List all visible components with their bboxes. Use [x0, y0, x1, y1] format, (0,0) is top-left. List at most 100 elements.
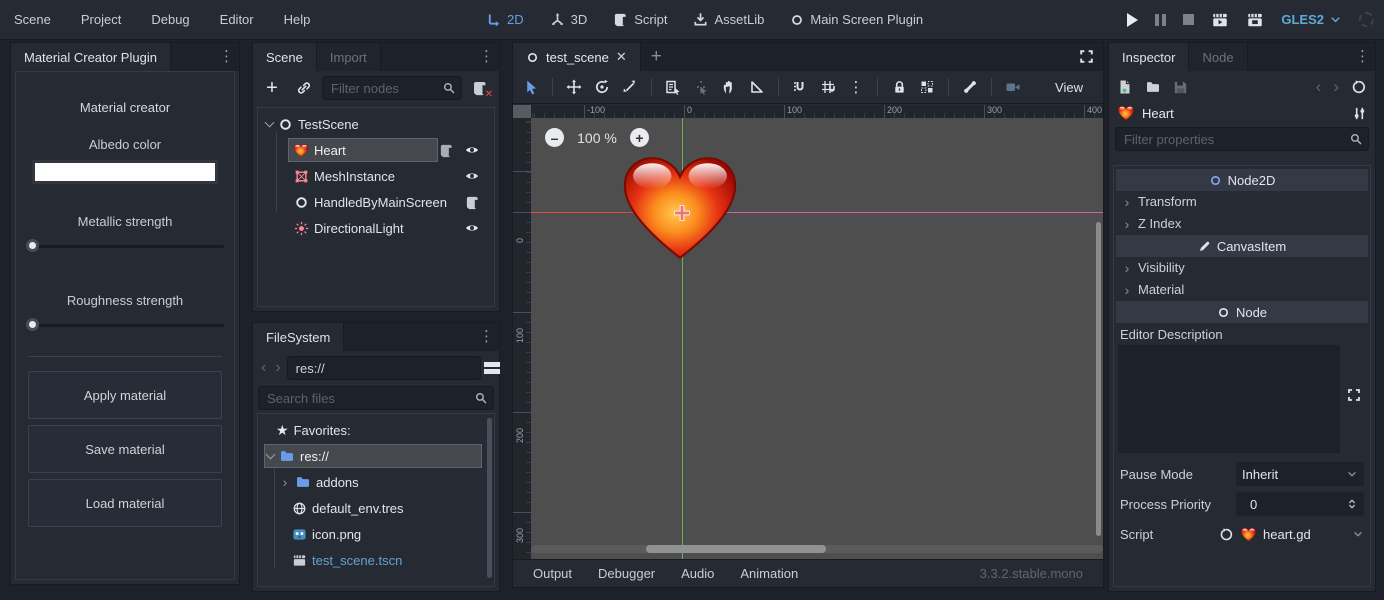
dock-menu-icon[interactable]: ⋮ [479, 327, 493, 347]
toggle-split-mode-button[interactable] [484, 355, 500, 381]
tab-import[interactable]: Import [317, 43, 381, 71]
visibility-eye-icon[interactable] [464, 142, 480, 158]
fs-row-addons[interactable]: › addons [258, 469, 494, 495]
viewport-hscrollbar-track[interactable] [531, 545, 1103, 553]
load-material-button[interactable]: Load material [28, 479, 222, 527]
reload-script-icon[interactable] [1219, 527, 1234, 542]
detach-script-button[interactable]: ✕ [466, 75, 494, 101]
group-object-button[interactable] [913, 74, 941, 100]
expand-editor-icon[interactable] [1346, 387, 1362, 403]
instance-scene-button[interactable] [290, 75, 318, 101]
fold-transform[interactable]: ›Transform [1114, 191, 1370, 213]
add-node-button[interactable]: + [258, 75, 286, 101]
dock-menu-icon[interactable]: ⋮ [479, 47, 493, 67]
nav-back-button[interactable]: ‹ [258, 359, 269, 377]
script-icon[interactable] [439, 143, 454, 158]
fs-row-icon-png[interactable]: icon.png [258, 521, 494, 547]
collapse-arrow-icon[interactable] [266, 123, 273, 126]
menu-debug[interactable]: Debug [151, 12, 189, 27]
menu-editor[interactable]: Editor [220, 12, 254, 27]
menu-scene[interactable]: Scene [14, 12, 51, 27]
pause-mode-dropdown[interactable]: Inherit [1236, 462, 1364, 486]
viewport-canvas[interactable]: – 100 % + [531, 118, 1103, 559]
tree-row-testscene[interactable]: TestScene [258, 111, 494, 137]
class-header-node2d[interactable]: Node2D [1116, 169, 1368, 191]
process-priority-spinbox[interactable]: 0 [1236, 492, 1364, 516]
zoom-out-button[interactable]: – [545, 128, 564, 147]
path-field[interactable] [287, 356, 481, 380]
albedo-color-picker[interactable] [32, 160, 218, 184]
script-value-dropdown[interactable]: heart.gd [1240, 527, 1364, 542]
fs-row-res[interactable]: res:// [258, 443, 494, 469]
renderer-dropdown[interactable]: GLES2 [1281, 12, 1342, 27]
zoom-level-label[interactable]: 100 % [574, 130, 620, 146]
search-files-input[interactable] [258, 386, 494, 410]
apply-material-button[interactable]: Apply material [28, 371, 222, 419]
skeleton-options-button[interactable] [956, 74, 984, 100]
bottom-panel-output[interactable]: Output [533, 566, 572, 581]
fs-row-test-scene[interactable]: test_scene.tscn [258, 547, 494, 573]
play-custom-scene-button[interactable] [1246, 11, 1264, 29]
close-tab-icon[interactable]: ✕ [616, 49, 627, 65]
scrollbar-thumb[interactable] [487, 418, 492, 578]
fs-row-favorites[interactable]: ★ Favorites: [258, 417, 494, 443]
expand-arrow-icon[interactable]: › [280, 474, 290, 490]
new-resource-button[interactable] [1117, 79, 1133, 95]
load-resource-button[interactable] [1145, 79, 1161, 95]
tree-row-handledbymainscreen[interactable]: HandledByMainScreen [258, 189, 494, 215]
tree-row-meshinstance[interactable]: MeshInstance [258, 163, 494, 189]
bottom-panel-animation[interactable]: Animation [740, 566, 798, 581]
visibility-eye-icon[interactable] [464, 168, 480, 184]
move-tool-button[interactable] [560, 74, 588, 100]
distraction-free-icon[interactable] [1078, 48, 1095, 65]
update-spinner-icon[interactable] [1359, 12, 1374, 27]
class-header-node[interactable]: Node [1116, 301, 1368, 323]
history-back-button[interactable]: ‹ [1316, 77, 1322, 97]
fold-z-index[interactable]: ›Z Index [1114, 213, 1370, 235]
object-history-button[interactable] [1351, 79, 1367, 95]
workspace-2d-button[interactable]: 2D [486, 12, 524, 27]
fold-visibility[interactable]: ›Visibility [1114, 257, 1370, 279]
roughness-strength-slider[interactable] [26, 318, 224, 332]
tree-row-directionallight[interactable]: DirectionalLight [258, 215, 494, 241]
new-scene-tab-button[interactable]: + [641, 43, 672, 71]
scene-tab-test-scene[interactable]: test_scene ✕ [513, 43, 641, 71]
tab-material-creator-plugin[interactable]: Material Creator Plugin [11, 43, 171, 71]
tab-node[interactable]: Node [1189, 43, 1247, 71]
position-gizmo-icon[interactable] [672, 203, 692, 223]
snap-options-menu-button[interactable]: ⋮ [842, 74, 870, 100]
scale-tool-button[interactable] [616, 74, 644, 100]
save-resource-button[interactable] [1173, 80, 1188, 95]
ruler-tool-button[interactable] [743, 74, 771, 100]
metallic-strength-slider[interactable] [26, 239, 224, 253]
tree-row-heart[interactable]: Heart [258, 137, 494, 163]
menu-project[interactable]: Project [81, 12, 121, 27]
workspace-3d-button[interactable]: 3D [550, 12, 588, 27]
rotate-tool-button[interactable] [588, 74, 616, 100]
editor-description-textarea[interactable] [1118, 345, 1340, 453]
play-button[interactable] [1127, 13, 1138, 27]
onion-skinning-button[interactable] [999, 74, 1027, 100]
view-menu-button[interactable]: View [1047, 77, 1091, 98]
filter-nodes-input[interactable] [322, 76, 462, 100]
list-select-tool-button[interactable] [659, 74, 687, 100]
viewport-hscrollbar-thumb[interactable] [646, 545, 826, 553]
grid-snap-button[interactable] [814, 74, 842, 100]
fs-row-default-env[interactable]: default_env.tres [258, 495, 494, 521]
smart-snap-button[interactable] [786, 74, 814, 100]
pan-tool-button[interactable] [715, 74, 743, 100]
pause-button[interactable] [1155, 14, 1166, 26]
play-scene-button[interactable] [1211, 11, 1229, 29]
bottom-panel-debugger[interactable]: Debugger [598, 566, 655, 581]
lock-object-button[interactable] [885, 74, 913, 100]
spin-updown-icon[interactable] [1346, 497, 1358, 511]
menu-help[interactable]: Help [284, 12, 311, 27]
select-tool-button[interactable] [517, 74, 545, 100]
zoom-in-button[interactable]: + [630, 128, 649, 147]
fold-material[interactable]: ›Material [1114, 279, 1370, 301]
script-icon[interactable] [465, 195, 480, 210]
object-tools-icon[interactable] [1352, 106, 1367, 121]
dock-menu-icon[interactable]: ⋮ [219, 47, 233, 67]
filter-properties-input[interactable] [1115, 127, 1369, 151]
workspace-assetlib-button[interactable]: AssetLib [693, 12, 764, 27]
